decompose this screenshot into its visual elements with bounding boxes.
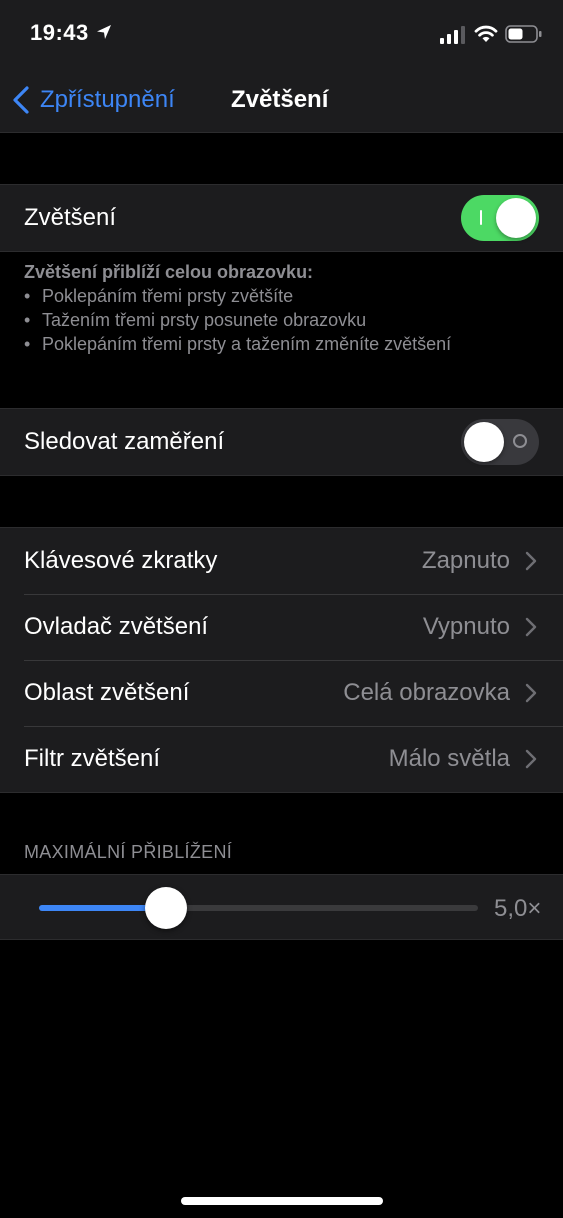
follow-focus-label: Sledovat zaměření [24, 428, 225, 455]
chevron-right-icon [525, 551, 537, 571]
toggle-knob [464, 422, 504, 462]
cellular-signal-icon [440, 26, 465, 44]
setting-label: Filtr zvětšení [24, 745, 161, 772]
chevron-right-icon [525, 683, 537, 703]
page-title: Zvětšení [231, 86, 329, 113]
max-zoom-header: MAXIMÁLNÍ PŘIBLÍŽENÍ [24, 842, 233, 862]
follow-focus-group: Sledovat zaměření [0, 408, 563, 476]
max-zoom-value: 5,0× [494, 895, 542, 922]
battery-icon [505, 25, 542, 43]
back-label: Zpřístupnění [40, 86, 175, 113]
settings-group: Klávesové zkratky Zapnuto Ovladač zvětše… [0, 527, 563, 793]
chevron-left-icon [13, 86, 29, 114]
setting-row-zoom-region[interactable]: Oblast zvětšení Celá obrazovka [0, 660, 563, 726]
follow-focus-row: Sledovat zaměření [0, 409, 563, 475]
setting-label: Klávesové zkratky [24, 547, 218, 574]
setting-label: Ovladač zvětšení [24, 613, 209, 640]
description-item: Tažením třemi prsty posunete obrazovku [24, 308, 544, 332]
description-title: Zvětšení přiblíží celou obrazovku: [24, 262, 314, 282]
setting-value: Zapnuto [421, 547, 510, 574]
toggle-on-mark-icon [480, 210, 482, 225]
nav-bar: Zpřístupnění Zvětšení [0, 70, 563, 133]
slider-knob[interactable] [145, 887, 187, 929]
setting-value: Celá obrazovka [343, 679, 510, 706]
setting-label: Oblast zvětšení [24, 679, 190, 706]
description-list: Poklepáním třemi prsty zvětšíte Tažením … [24, 284, 544, 356]
setting-row-keyboard-shortcuts[interactable]: Klávesové zkratky Zapnuto [0, 528, 563, 594]
status-time: 19:43 [30, 20, 89, 45]
follow-focus-toggle[interactable] [461, 419, 539, 465]
zoom-label: Zvětšení [24, 204, 117, 231]
toggle-off-mark-icon [513, 434, 527, 448]
max-zoom-slider[interactable] [39, 887, 478, 929]
location-arrow-icon [97, 25, 111, 39]
description-item: Poklepáním třemi prsty zvětšíte [24, 284, 544, 308]
home-indicator [181, 1197, 383, 1205]
description-item: Poklepáním třemi prsty a tažením změníte… [24, 332, 544, 356]
setting-row-zoom-filter[interactable]: Filtr zvětšení Málo světla [0, 726, 563, 792]
zoom-row: Zvětšení [0, 185, 563, 251]
chevron-right-icon [525, 617, 537, 637]
zoom-description: Zvětšení přiblíží celou obrazovku: Pokle… [24, 260, 544, 356]
wifi-icon [474, 25, 498, 42]
toggle-knob [496, 198, 536, 238]
setting-row-zoom-controller[interactable]: Ovladač zvětšení Vypnuto [0, 594, 563, 660]
back-button[interactable]: Zpřístupnění [12, 82, 175, 118]
setting-value: Vypnuto [422, 613, 510, 640]
zoom-group: Zvětšení [0, 184, 563, 252]
chevron-right-icon [525, 749, 537, 769]
zoom-toggle[interactable] [461, 195, 539, 241]
setting-value: Málo světla [388, 745, 510, 772]
status-bar: 19:43 [0, 0, 563, 70]
